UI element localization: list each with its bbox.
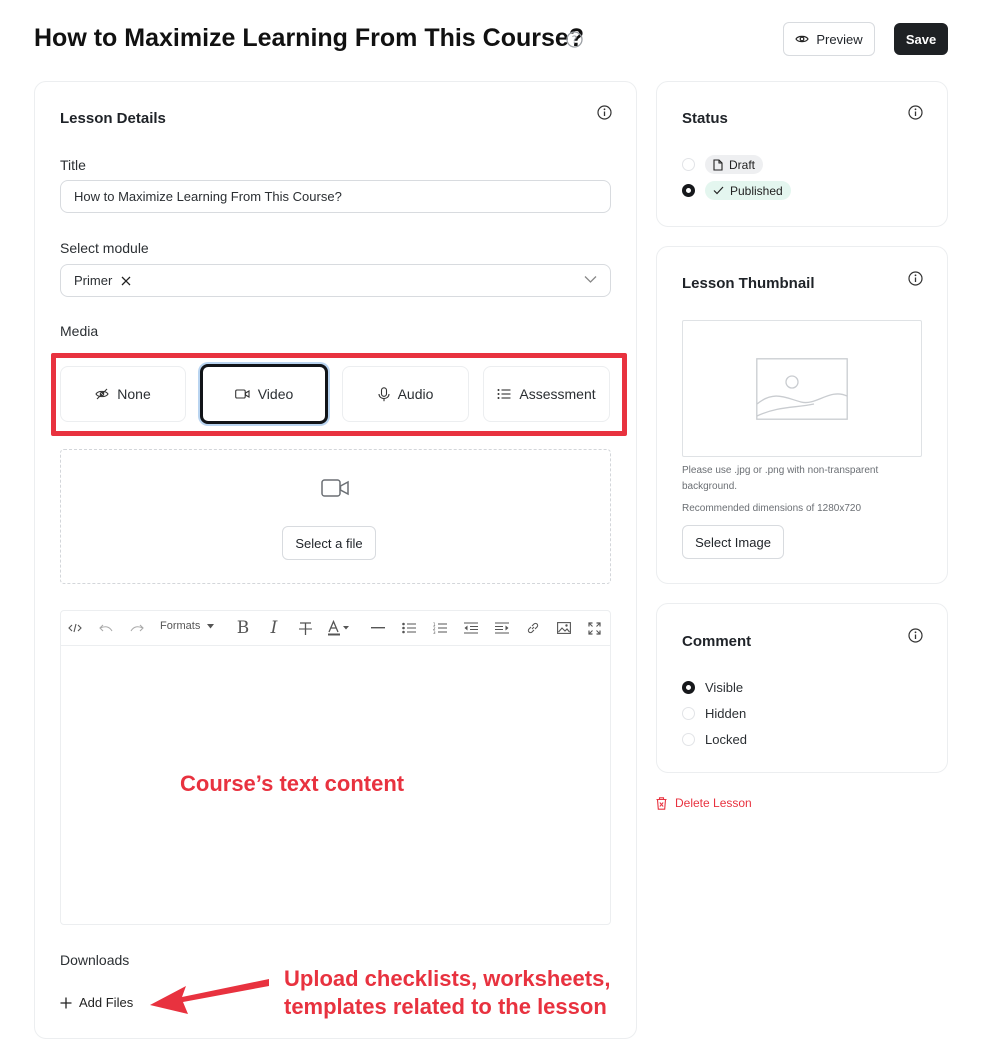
status-option-label: Published [730,183,783,198]
bold-icon[interactable]: B [233,618,253,638]
info-icon[interactable] [908,105,924,121]
delete-lesson-button[interactable]: Delete Lesson [656,796,752,810]
module-chip: Primer [74,273,113,288]
eye-icon [795,32,810,46]
formats-dropdown[interactable]: Formats [160,620,215,632]
info-icon[interactable] [908,271,924,287]
annotation-arrow [148,975,270,1017]
file-drop-zone[interactable] [60,449,611,584]
video-placeholder-icon [321,477,349,499]
outdent-icon[interactable] [461,618,481,638]
caret-down-icon [207,623,215,629]
annotation-upload-line2: templates related to the lesson [284,994,607,1019]
radio-button[interactable] [682,158,695,171]
radio-button[interactable] [682,707,695,720]
page-title: How to Maximize Learning From This Cours… [34,24,585,52]
close-icon[interactable] [121,276,131,286]
select-image-button[interactable]: Select Image [682,525,784,559]
text-color-icon[interactable] [326,618,352,638]
select-file-button[interactable]: Select a file [282,526,376,560]
comment-option-locked[interactable]: Locked [682,732,747,747]
document-icon [713,158,723,171]
status-option-draft[interactable]: Draft [682,155,764,174]
formats-label: Formats [160,620,201,632]
thumbnail-hint: Please use .jpg or .png with non-transpa… [682,465,879,492]
thumbnail-dimensions: Recommended dimensions of 1280x720 [682,503,861,514]
media-option-assessment[interactable]: Assessment [483,366,610,422]
media-option-label: None [117,386,151,402]
status-badge: Draft [705,155,764,174]
italic-icon[interactable]: I [264,618,284,638]
thumbnail-heading: Lesson Thumbnail [682,275,815,292]
link-icon[interactable] [523,618,543,638]
add-files-label: Add Files [79,995,134,1010]
media-label: Media [60,323,99,339]
horizontal-rule-icon[interactable] [368,618,388,638]
strikethrough-icon[interactable] [295,618,315,638]
media-option-label: Video [257,386,294,402]
status-option-published[interactable]: Published [682,181,791,200]
media-option-video[interactable]: Video [200,364,328,424]
list-icon [497,388,511,400]
eye-off-icon [95,387,109,401]
comment-option-label: Hidden [705,706,747,721]
preview-button[interactable]: Preview [783,22,875,56]
status-badge: Published [705,181,791,200]
image-icon[interactable] [554,618,574,638]
media-option-audio[interactable]: Audio [342,366,469,422]
svg-text:?: ? [572,34,578,47]
comment-heading: Comment [682,633,752,650]
delete-lesson-label: Delete Lesson [675,796,752,810]
plus-icon [60,997,72,1009]
radio-button[interactable] [682,733,695,746]
info-icon[interactable] [908,628,924,644]
comment-option-label: Visible [705,680,744,695]
trash-icon [656,796,667,810]
indent-icon[interactable] [492,618,512,638]
radio-button[interactable] [682,681,695,694]
check-icon [713,186,724,195]
svg-text:3: 3 [433,630,436,634]
radio-button[interactable] [682,184,695,197]
bullet-list-icon[interactable] [399,618,419,638]
comment-option-visible[interactable]: Visible [682,680,743,695]
status-option-label: Draft [729,157,756,172]
code-view-icon[interactable] [65,618,85,638]
image-placeholder-icon [756,358,848,420]
status-card [656,81,948,227]
downloads-label: Downloads [60,952,130,968]
annotation-upload-line1: Upload checklists, worksheets, [284,966,611,991]
redo-icon[interactable] [127,618,147,638]
video-icon [234,388,250,400]
module-label: Select module [60,240,149,256]
status-heading: Status [682,110,728,127]
undo-icon[interactable] [96,618,116,638]
comment-option-hidden[interactable]: Hidden [682,706,746,721]
media-option-none[interactable]: None [60,366,186,422]
microphone-icon [378,386,390,402]
module-select[interactable]: Primer [60,264,611,297]
add-files-button[interactable]: Add Files [60,995,133,1010]
comment-option-label: Locked [705,732,747,747]
lesson-details-heading: Lesson Details [60,110,166,127]
numbered-list-icon[interactable]: 123 [430,618,450,638]
info-icon[interactable] [597,105,613,121]
help-icon[interactable]: ? [566,31,583,48]
save-button[interactable]: Save [894,23,948,55]
annotation-text-content: Course’s text content [180,771,405,796]
media-option-label: Assessment [519,386,596,402]
chevron-down-icon[interactable] [584,275,597,284]
preview-label: Preview [816,31,863,47]
media-option-label: Audio [397,386,434,402]
title-label: Title [60,157,86,173]
title-input[interactable]: How to Maximize Learning From This Cours… [60,180,611,213]
fullscreen-icon[interactable] [584,618,604,638]
title-input-value: How to Maximize Learning From This Cours… [74,189,342,204]
